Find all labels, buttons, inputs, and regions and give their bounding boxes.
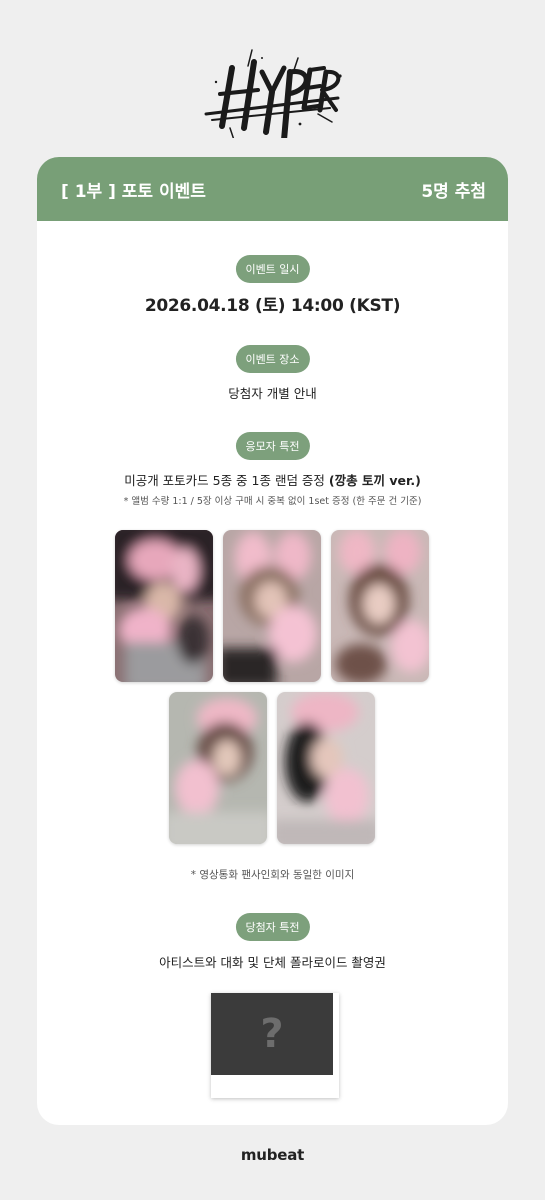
- winner-benefit-label: 당첨자 특전: [235, 913, 310, 941]
- photocard-2: [223, 530, 321, 682]
- polaroid-placeholder: ?: [211, 993, 339, 1098]
- applicant-benefit-label: 응모자 특전: [235, 432, 310, 460]
- polaroid-photo-area: ?: [211, 993, 333, 1075]
- photocard-note: * 영상통화 팬사인회와 동일한 이미지: [190, 869, 355, 881]
- photocard-4: [169, 692, 267, 844]
- benefit-description-main: 미공개 포토카드 5종 중 1종 랜덤 증정: [124, 473, 329, 488]
- benefit-description-bold: (깡총 토끼 ver.): [328, 473, 421, 488]
- photocard-3: [331, 530, 429, 682]
- event-title: [ 1부 ] 포토 이벤트: [61, 182, 206, 202]
- event-place-label: 이벤트 장소: [235, 345, 310, 373]
- event-date-label: 이벤트 일시: [235, 255, 310, 283]
- applicant-benefit-description: 미공개 포토카드 5종 중 1종 랜덤 증정 (깡총 토끼 ver.): [37, 470, 508, 489]
- winner-benefit-value: 아티스트와 대화 및 단체 폴라로이드 촬영권: [159, 955, 386, 970]
- event-card: [ 1부 ] 포토 이벤트 5명 추첨 이벤트 일시 2026.04.18 (토…: [37, 157, 508, 1125]
- photocard-5: [277, 692, 375, 844]
- photocard-1: [115, 530, 213, 682]
- question-mark-icon: ?: [260, 1011, 284, 1057]
- event-date-value: 2026.04.18 (토) 14:00 (KST): [144, 296, 401, 316]
- applicant-benefit-note: * 앨범 수량 1:1 / 5장 이상 구매 시 중복 없이 1set 증정 (…: [123, 496, 422, 507]
- winner-count: 5명 추첨: [421, 182, 486, 202]
- mubeat-logo: mubeat: [240, 1146, 305, 1164]
- event-place-value: 당첨자 개별 안내: [228, 386, 317, 401]
- card-header: [ 1부 ] 포토 이벤트 5명 추첨: [37, 157, 508, 221]
- hyper-logo: [0, 28, 545, 143]
